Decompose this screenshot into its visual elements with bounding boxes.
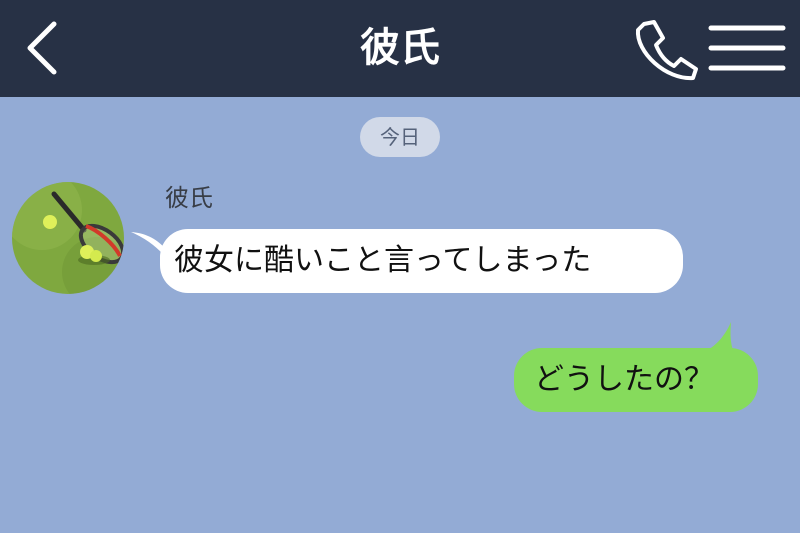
date-separator: 今日 [360,117,440,157]
chat-header: 彼氏 [0,0,800,97]
tennis-racket-avatar [12,182,124,294]
call-button[interactable] [630,14,700,84]
back-button[interactable] [18,18,68,78]
phone-icon [635,20,698,81]
outgoing-message-bubble[interactable]: どうしたの？ [514,348,758,412]
incoming-message-bubble[interactable]: 彼女に酷いこと言ってしまった [160,229,683,293]
sender-name: 彼氏 [165,184,213,212]
chevron-left-icon [27,21,57,75]
menu-button[interactable] [708,18,786,78]
avatar[interactable] [12,182,124,294]
hamburger-menu-icon [708,25,786,71]
